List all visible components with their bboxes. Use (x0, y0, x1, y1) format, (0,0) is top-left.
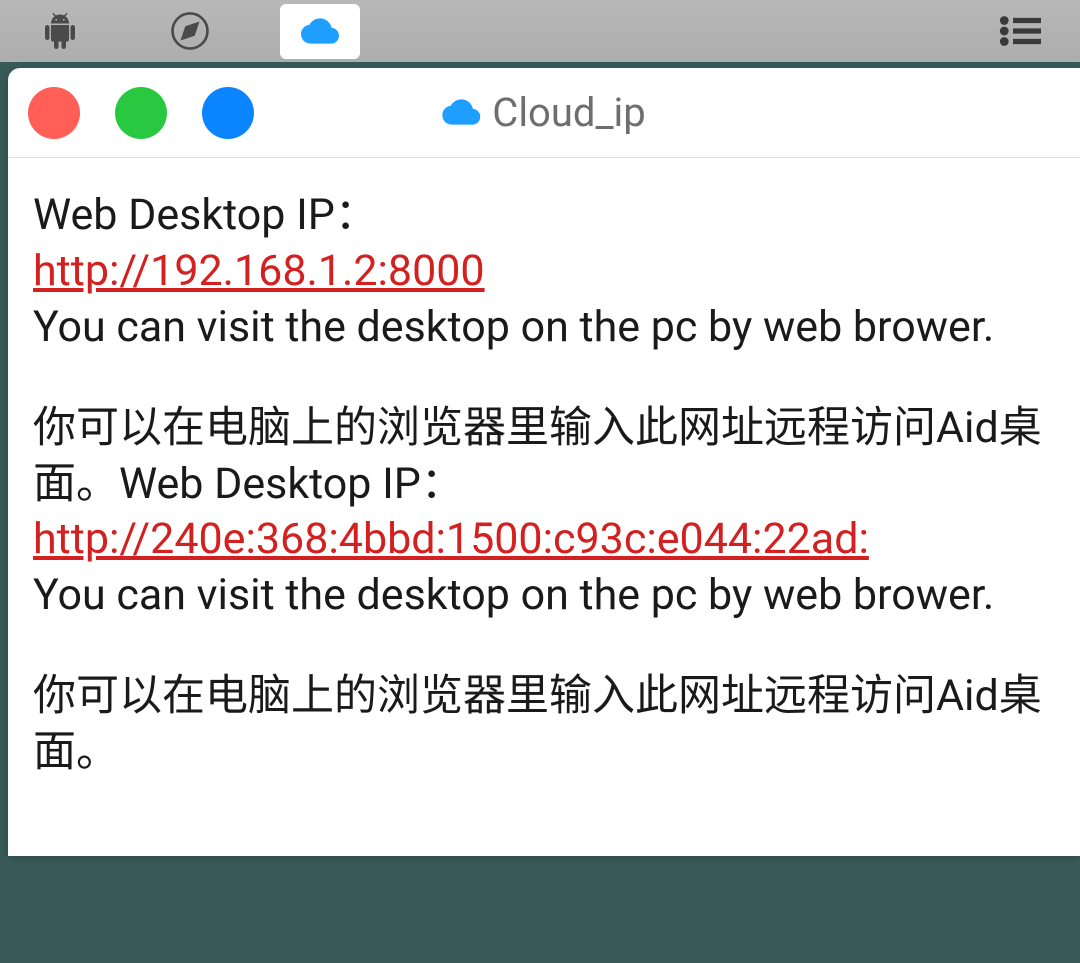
ip-label-2: Web Desktop IP： (119, 459, 464, 509)
ip-desc-2: You can visit the desktop on the pc by w… (33, 570, 994, 620)
window-title: Cloud_ip (442, 89, 645, 136)
content-area: Web Desktop IP： http://192.168.1.2:8000 … (8, 158, 1080, 856)
maximize-button[interactable] (202, 87, 254, 139)
top-menubar (0, 0, 1080, 62)
minimize-button[interactable] (115, 87, 167, 139)
menubar-left-group (20, 4, 360, 59)
ip-desc-1: You can visit the desktop on the pc by w… (33, 302, 994, 352)
app-window: Cloud_ip Web Desktop IP： http://192.168.… (8, 68, 1080, 856)
ip-block-2: 你可以在电脑上的浏览器里输入此网址远程访问Aid桌面。Web Desktop I… (33, 401, 1055, 625)
menu-list-icon[interactable] (980, 4, 1060, 59)
ip-label-1: Web Desktop IP： (33, 190, 378, 240)
close-button[interactable] (28, 87, 80, 139)
ip-link-2[interactable]: http://240e:368:4bbd:1500:c93c:e044:22ad… (33, 514, 869, 564)
ip-block-3: 你可以在电脑上的浏览器里输入此网址远程访问Aid桌面。 (33, 669, 1055, 781)
safari-compass-icon[interactable] (150, 4, 230, 59)
window-title-text: Cloud_ip (492, 89, 645, 136)
ip-block-1: Web Desktop IP： http://192.168.1.2:8000 … (33, 188, 1055, 356)
window-titlebar: Cloud_ip (8, 68, 1080, 158)
ip-link-1[interactable]: http://192.168.1.2:8000 (33, 246, 485, 296)
traffic-lights (28, 87, 254, 139)
android-app-icon[interactable] (20, 4, 100, 59)
cloud-icon (442, 89, 480, 136)
cn-desc-2: 你可以在电脑上的浏览器里输入此网址远程访问Aid桌面。 (33, 671, 1042, 777)
cloud-app-icon[interactable] (280, 4, 360, 59)
